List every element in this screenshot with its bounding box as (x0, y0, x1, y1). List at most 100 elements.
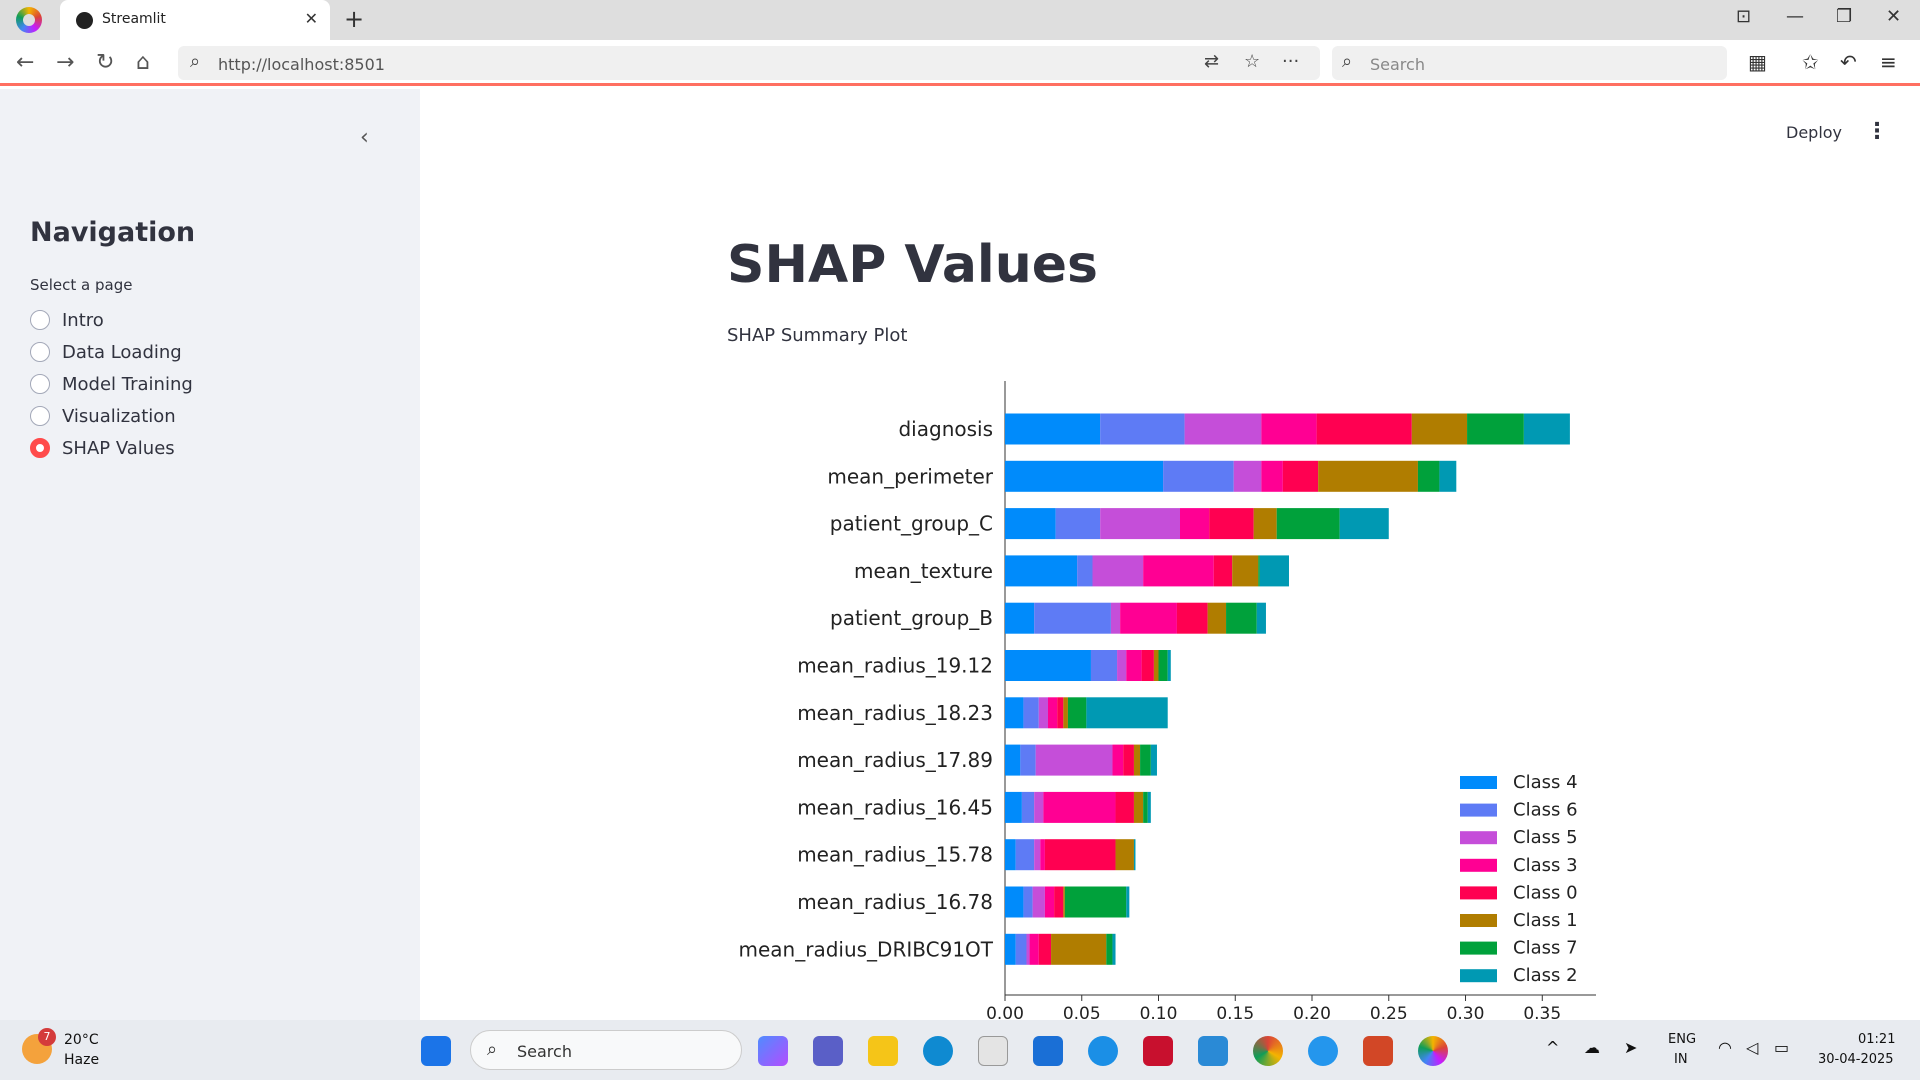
browser-tab[interactable]: Streamlit ✕ (60, 0, 330, 40)
bar-segment (1163, 460, 1234, 492)
radio-circle[interactable] (30, 406, 50, 426)
browser-taskbar-icon[interactable] (1418, 1036, 1448, 1066)
feature-label: mean_texture (854, 559, 993, 583)
legend-label: Class 0 (1513, 882, 1578, 903)
bar-segment (1209, 508, 1254, 540)
forward-icon[interactable]: → (56, 50, 74, 75)
clock-date[interactable]: 30-04-2025 (1818, 1052, 1894, 1067)
new-tab-button[interactable]: + (344, 5, 364, 33)
radio-shap-values[interactable]: SHAP Values (30, 435, 175, 461)
x-tick-label: 0.15 (1216, 1004, 1254, 1020)
bar-segment (1047, 697, 1058, 729)
bar-segment (1005, 933, 1016, 965)
bar-segment (1015, 839, 1035, 871)
bar-segment (1339, 508, 1389, 540)
taskbar-search[interactable]: ⌕ Search (470, 1030, 742, 1070)
legend-label: Class 2 (1513, 965, 1578, 986)
radio-circle-selected[interactable] (30, 438, 50, 458)
feature-label: mean_radius_19.12 (797, 654, 993, 678)
close-window-icon[interactable]: ✕ (1886, 6, 1901, 27)
translate-icon[interactable]: ⇄ (1204, 51, 1219, 72)
apps-grid-icon[interactable]: ▦ (1748, 50, 1767, 74)
bar-segment (1038, 933, 1052, 965)
bar-segment (1133, 744, 1141, 776)
bar-segment (1276, 508, 1340, 540)
edge-icon[interactable] (923, 1036, 953, 1066)
windows-start-icon[interactable] (421, 1036, 451, 1066)
more-icon[interactable]: ··· (1282, 51, 1299, 72)
menu-icon[interactable]: ≡ (1880, 50, 1897, 74)
radio-intro[interactable]: Intro (30, 307, 104, 333)
hp-app-icon[interactable] (1033, 1036, 1063, 1066)
bar-segment (1110, 602, 1121, 634)
language-line1[interactable]: ENG (1668, 1032, 1696, 1047)
volume-icon[interactable]: ◁ (1746, 1038, 1758, 1057)
chrome-icon[interactable] (1253, 1036, 1283, 1066)
back-icon[interactable]: ← (16, 50, 34, 75)
reload-icon[interactable]: ↻ (96, 50, 114, 75)
bar-segment (1115, 839, 1134, 871)
clock-time[interactable]: 01:21 (1858, 1032, 1895, 1047)
radio-circle[interactable] (30, 374, 50, 394)
bar-segment (1126, 886, 1130, 918)
battery-icon[interactable]: ▭ (1774, 1038, 1789, 1057)
x-tick-label: 0.00 (986, 1004, 1024, 1020)
radio-data-loading[interactable]: Data Loading (30, 339, 182, 365)
bar-segment (1232, 555, 1259, 587)
radio-circle[interactable] (30, 342, 50, 362)
search-icon: ⌕ (487, 1039, 498, 1060)
help-icon[interactable] (1088, 1036, 1118, 1066)
minimize-icon[interactable]: — (1786, 6, 1804, 27)
bar-segment (1100, 413, 1185, 445)
bar-segment (1112, 744, 1124, 776)
streamlit-favicon-icon (76, 12, 93, 29)
docker-icon[interactable] (1308, 1036, 1338, 1066)
weather-badge: 7 (38, 1028, 56, 1046)
bar-segment (1090, 650, 1118, 681)
url-text[interactable]: http://localhost:8501 (218, 55, 385, 74)
copilot-icon[interactable] (758, 1036, 788, 1066)
powerpoint-icon[interactable] (1363, 1036, 1393, 1066)
legend-label: Class 6 (1513, 800, 1578, 821)
legend-swatch (1460, 886, 1497, 900)
tab-count-icon[interactable]: ⊡ (1736, 6, 1751, 27)
vscode-icon[interactable] (1198, 1036, 1228, 1066)
home-icon[interactable]: ⌂ (136, 50, 150, 75)
bar-segment (1005, 508, 1056, 540)
bar-segment (1120, 602, 1177, 634)
browser-logo-icon[interactable] (16, 7, 42, 33)
onedrive-icon[interactable]: ☁ (1584, 1038, 1600, 1057)
file-explorer-icon[interactable] (868, 1036, 898, 1066)
show-hidden-icons[interactable]: ^ (1546, 1038, 1559, 1057)
radio-circle[interactable] (30, 310, 50, 330)
browser-search-field[interactable]: ⌕ Search (1332, 46, 1727, 80)
feature-label: patient_group_B (830, 606, 993, 630)
tab-close-icon[interactable]: ✕ (305, 9, 318, 28)
favorites-icon[interactable]: ✩ (1802, 50, 1819, 74)
legend-label: Class 5 (1513, 827, 1578, 848)
taskbar-search-label: Search (517, 1042, 572, 1061)
mcafee-icon[interactable] (1143, 1036, 1173, 1066)
feature-label: diagnosis (898, 417, 993, 441)
restore-icon[interactable]: ❐ (1836, 6, 1852, 27)
language-line2[interactable]: IN (1674, 1052, 1688, 1067)
feature-label: mean_radius_16.45 (797, 795, 993, 819)
bar-segment (1417, 460, 1440, 492)
radio-model-training[interactable]: Model Training (30, 371, 193, 397)
bar-segment (1258, 555, 1260, 587)
wifi-icon[interactable]: ◠ (1718, 1038, 1732, 1057)
bar-segment (1038, 697, 1048, 729)
teams-icon[interactable] (813, 1036, 843, 1066)
bookmark-star-icon[interactable]: ☆ (1244, 51, 1260, 72)
x-tick-label: 0.25 (1370, 1004, 1408, 1020)
store-icon[interactable] (978, 1036, 1008, 1066)
radio-visualization[interactable]: Visualization (30, 403, 176, 429)
bar-segment (1005, 839, 1016, 871)
legend-label: Class 3 (1513, 855, 1578, 876)
history-icon[interactable]: ↶ (1840, 50, 1857, 74)
location-icon[interactable]: ➤ (1624, 1038, 1637, 1057)
collapse-sidebar-icon[interactable]: ‹ (360, 125, 369, 150)
feature-label: mean_perimeter (827, 464, 993, 488)
address-bar[interactable]: ⌕ http://localhost:8501 ⇄ ☆ ··· (178, 46, 1320, 80)
bar-segment (1467, 413, 1524, 445)
